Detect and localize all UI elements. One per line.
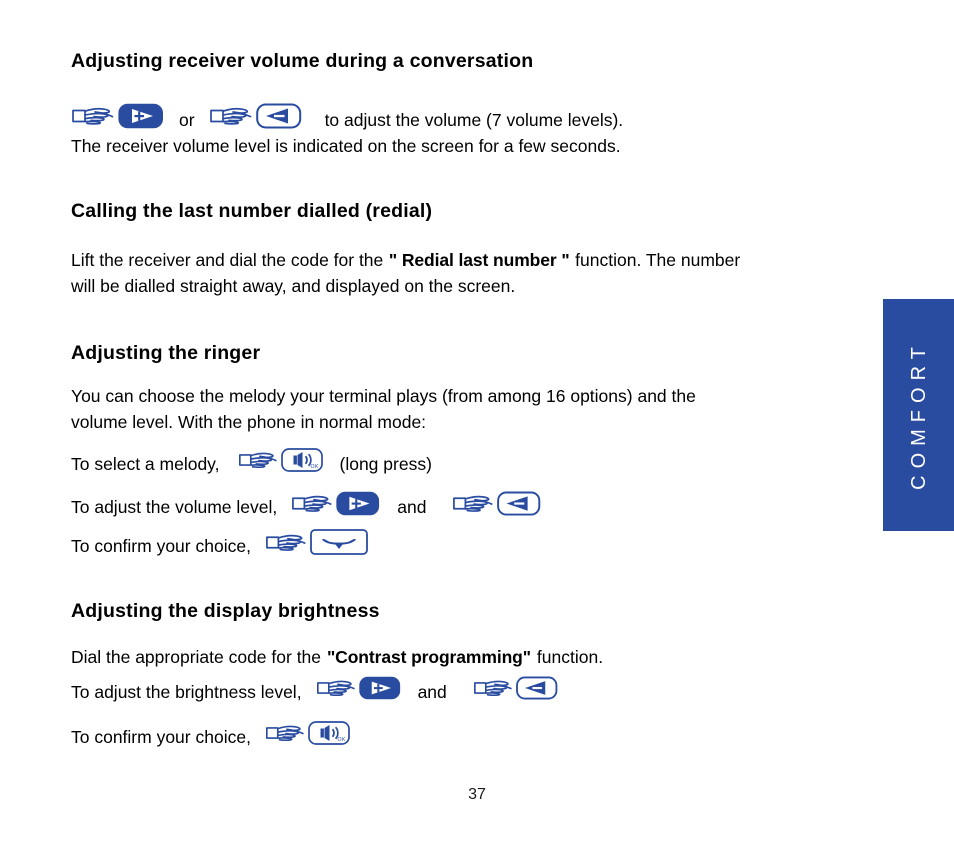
- volume-down-key-icon: [515, 674, 559, 709]
- side-index-tab-label: COMFORT: [907, 340, 930, 490]
- section4-confirm-line: To confirm your choice, OK: [71, 719, 351, 754]
- svg-text:OK: OK: [337, 737, 345, 743]
- adjust-volume-level-label: To adjust the volume level,: [71, 497, 278, 517]
- section1-line1-tail: to adjust the volume (7 volume levels).: [324, 109, 624, 130]
- section2-line1-post: function. The number: [575, 250, 741, 270]
- hand-pointer-icon: [71, 103, 117, 136]
- contrast-programming-term: "Contrast programming": [326, 647, 531, 667]
- hangup-key-icon: [309, 527, 369, 564]
- section4-brightness-line: To adjust the brightness level, and: [71, 674, 559, 709]
- section1-or-label: or: [179, 109, 195, 130]
- svg-text:OK: OK: [310, 464, 318, 470]
- section4-and-label: and: [417, 681, 447, 702]
- section3-and-label: and: [397, 497, 427, 517]
- volume-down-key-icon: [496, 489, 542, 525]
- manual-page: COMFORT Adjusting receiver volume during…: [0, 0, 954, 850]
- adjust-brightness-label: To adjust the brightness level,: [71, 681, 302, 702]
- section3-volume-level-line: To adjust the volume level, and: [71, 489, 542, 525]
- section-heading-receiver-volume: Adjusting receiver volume during a conve…: [71, 50, 534, 72]
- side-index-tab: COMFORT: [883, 299, 954, 531]
- volume-up-key-icon: [335, 489, 381, 525]
- section3-select-melody-line: To select a melody, OK (long press): [71, 446, 432, 481]
- section2-line1-pre: Lift the receiver and dial the code for …: [71, 250, 384, 270]
- hand-pointer-icon: [265, 530, 309, 562]
- section3-confirm-line: To confirm your choice,: [71, 527, 369, 564]
- hand-pointer-icon: [452, 491, 496, 523]
- speaker-ok-key-icon: OK: [280, 446, 324, 481]
- section-heading-display-brightness: Adjusting the display brightness: [71, 600, 380, 622]
- confirm-choice-label: To confirm your choice,: [71, 726, 251, 747]
- hand-pointer-icon: [265, 721, 307, 752]
- section4-line1-post: function.: [536, 647, 604, 667]
- section1-line2: The receiver volume level is indicated o…: [71, 136, 621, 156]
- hand-pointer-icon: [316, 676, 358, 707]
- hand-pointer-icon: [238, 448, 280, 479]
- hand-pointer-icon: [209, 103, 255, 136]
- section3-line2: volume level. With the phone in normal m…: [71, 412, 427, 432]
- confirm-choice-label: To confirm your choice,: [71, 535, 251, 556]
- speaker-ok-key-icon: OK: [307, 719, 351, 754]
- section2-line1: Lift the receiver and dial the code for …: [71, 247, 740, 273]
- section-heading-ringer: Adjusting the ringer: [71, 342, 261, 364]
- select-melody-label: To select a melody,: [71, 453, 220, 474]
- section4-line1: Dial the appropriate code for the "Contr…: [71, 644, 603, 670]
- long-press-note: (long press): [339, 453, 432, 474]
- volume-up-key-icon: [358, 674, 402, 709]
- redial-function-term: " Redial last number ": [388, 250, 570, 270]
- section4-line1-pre: Dial the appropriate code for the: [71, 647, 322, 667]
- section-heading-redial: Calling the last number dialled (redial): [71, 200, 433, 222]
- hand-pointer-icon: [473, 676, 515, 707]
- section3-line1: You can choose the melody your terminal …: [71, 386, 696, 406]
- hand-pointer-icon: [291, 491, 335, 523]
- section2-line2: will be dialled straight away, and displ…: [71, 276, 516, 296]
- page-number: 37: [468, 786, 486, 803]
